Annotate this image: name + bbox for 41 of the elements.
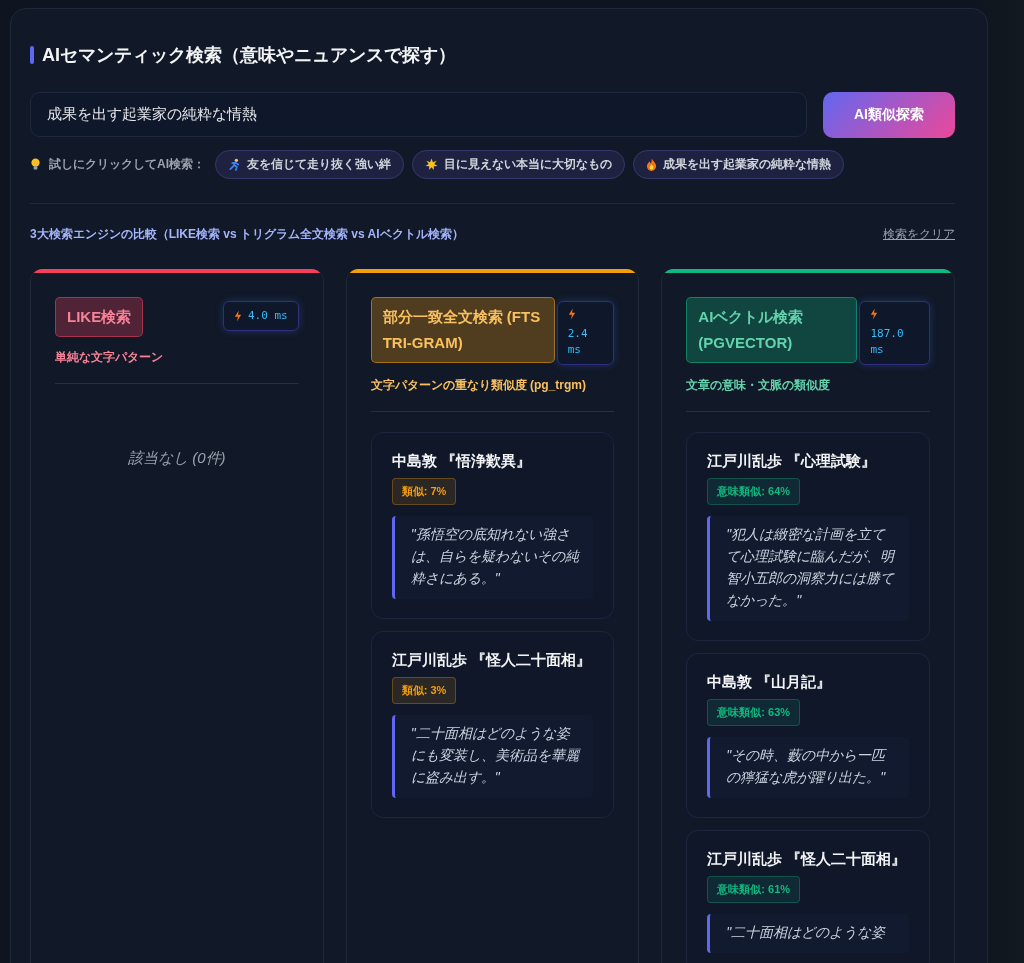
similarity-tag: 意味類似: 64% xyxy=(707,478,801,505)
timing-badge: 4.0 ms xyxy=(222,301,299,331)
timing-badge: 187.0 ms xyxy=(859,301,930,365)
similarity-tag: 類似: 3% xyxy=(391,677,457,704)
engine-badge: LIKE検索 xyxy=(55,297,144,337)
ai-search-button[interactable]: AI類似探索 xyxy=(823,92,955,138)
engine-description: 文字パターンの重なり類似度 (pg_trgm) xyxy=(370,377,587,394)
result-title: 江戸川乱歩 『怪人二十面相』 xyxy=(707,850,908,869)
star-burst-icon xyxy=(425,158,438,171)
lightning-icon xyxy=(870,308,879,320)
runner-icon xyxy=(228,158,241,171)
clear-search-link[interactable]: 検索をクリア xyxy=(883,226,955,243)
result-title: 江戸川乱歩 『心理試験』 xyxy=(707,452,878,471)
result-title: 江戸川乱歩 『怪人二十面相』 xyxy=(391,651,592,670)
lightning-icon xyxy=(567,308,576,320)
result-quote: "二十面相はどのような姿にも変装し、美術品を華麗に盗み出す。" xyxy=(391,715,594,798)
result-title: 中島敦 『山月記』 xyxy=(707,673,833,692)
similarity-tag: 意味類似: 63% xyxy=(707,699,801,726)
result-title: 中島敦 『悟浄歎異』 xyxy=(391,452,532,471)
page-title: AIセマンティック検索（意味やニュアンスで探す） xyxy=(42,44,456,67)
result-quote: "孫悟空の底知れない強さは、自らを疑わないその純粋さにある。" xyxy=(391,516,594,599)
similarity-tag: 意味類似: 61% xyxy=(707,876,801,903)
engine-description: 文章の意味・文脈の類似度 xyxy=(686,377,832,394)
engine-description: 単純な文字パターン xyxy=(55,349,164,366)
comparison-heading: 3大検索エンジンの比較（LIKE検索 vs トリグラム全文検索 vs AIベクトル検索） xyxy=(30,226,464,243)
suggestion-label: 試しにクリックしてAI検索： xyxy=(49,156,205,173)
suggestion-chip[interactable]: 友を信じて走り抜く強い絆 xyxy=(215,150,404,179)
lightning-icon xyxy=(233,310,242,322)
timing-badge: 2.4 ms xyxy=(556,301,615,365)
engine-badge: 部分一致全文検索 (FTS TRI-GRAM) xyxy=(370,297,555,363)
result-quote: "二十面相はどのような姿 xyxy=(707,914,909,953)
flame-icon xyxy=(646,158,657,171)
similarity-tag: 類似: 7% xyxy=(391,478,457,505)
suggestion-chip[interactable]: 成果を出す起業家の純粋な情熱 xyxy=(633,150,844,179)
result-quote: "犯人は緻密な計画を立てて心理試験に臨んだが、明智小五郎の洞察力には勝てなかった。" xyxy=(707,516,909,621)
engine-badge: AIベクトル検索 (PGVECTOR) xyxy=(686,297,858,363)
search-field[interactable]: 成果を出す起業家の純粋な情熱 xyxy=(30,92,807,137)
lightbulb-icon xyxy=(30,158,41,171)
result-quote: "その時、藪の中から一匹の獰猛な虎が躍り出た。" xyxy=(707,737,909,798)
suggestion-chip[interactable]: 目に見えない本当に大切なもの xyxy=(412,150,625,179)
no-results-text: 該当なし (0件) xyxy=(127,449,227,468)
